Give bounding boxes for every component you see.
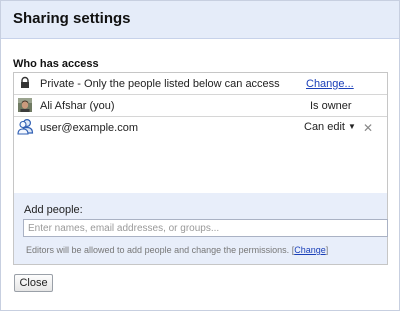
avatar xyxy=(18,98,32,112)
access-panel: Private - Only the people listed below c… xyxy=(13,72,388,265)
permission-dropdown[interactable]: Can edit ▼ xyxy=(304,121,356,133)
close-button[interactable]: Close xyxy=(14,274,53,292)
change-permissions-link[interactable]: Change xyxy=(294,245,326,255)
dialog-title: Sharing settings xyxy=(13,10,131,27)
change-visibility-link[interactable]: Change... xyxy=(306,78,354,90)
contact-icon xyxy=(17,118,35,135)
visibility-row: Private - Only the people listed below c… xyxy=(14,73,387,95)
add-people-section: Add people: Editors will be allowed to a… xyxy=(14,193,388,264)
owner-role-label: Is owner xyxy=(310,100,352,112)
bracket-close: ] xyxy=(325,245,329,255)
add-people-label: Add people: xyxy=(24,204,83,216)
permissions-note: Editors will be allowed to add people an… xyxy=(26,245,328,255)
permission-value: Can edit xyxy=(304,121,345,133)
chevron-down-icon: ▼ xyxy=(347,122,356,131)
who-has-access-label: Who has access xyxy=(13,58,99,70)
person-row-collaborator: user@example.com Can edit ▼ ✕ xyxy=(14,117,387,138)
person-name: Ali Afshar (you) xyxy=(40,100,115,112)
lock-icon xyxy=(18,76,32,90)
close-icon[interactable]: ✕ xyxy=(363,121,373,135)
person-row-owner: Ali Afshar (you) Is owner xyxy=(14,95,387,117)
dialog-titlebar: Sharing settings xyxy=(1,1,399,39)
add-people-input[interactable] xyxy=(23,219,388,237)
visibility-text: Private - Only the people listed below c… xyxy=(40,78,280,90)
person-name: user@example.com xyxy=(40,122,138,134)
sharing-dialog: Sharing settings Who has access Private … xyxy=(0,0,400,311)
permissions-note-text: Editors will be allowed to add people an… xyxy=(26,245,290,255)
